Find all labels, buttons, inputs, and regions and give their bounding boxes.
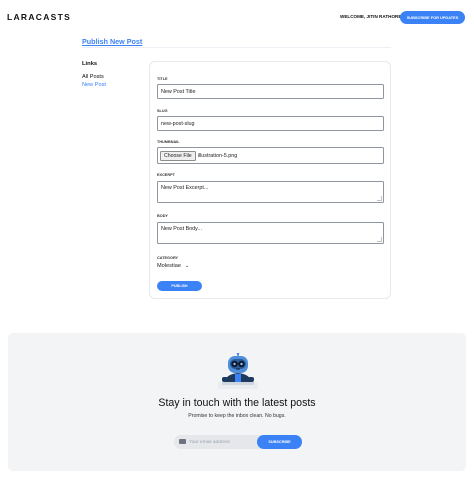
body-textarea-value: New Post Body...: [161, 226, 202, 232]
sidebar-item-new-post[interactable]: New Post: [82, 82, 106, 88]
body-textarea[interactable]: New Post Body...: [157, 222, 384, 244]
title-divider: [82, 47, 391, 48]
chevron-down-icon: ⌄: [184, 263, 190, 269]
publish-button[interactable]: PUBLISH: [157, 281, 202, 291]
slug-label: SLUG: [157, 109, 168, 113]
category-select[interactable]: Molestiae ⌄: [157, 263, 189, 269]
excerpt-textarea-value: New Post Excerpt...: [161, 185, 209, 191]
subscribe-button[interactable]: SUBSCRIBE: [257, 435, 302, 449]
sidebar-item-all-posts[interactable]: All Posts: [82, 74, 104, 80]
thumbnail-file-input[interactable]: Choose File illustration-5.png: [157, 147, 384, 164]
resize-handle-icon[interactable]: [377, 237, 382, 242]
body-label: BODY: [157, 214, 168, 218]
category-selected-value: Molestiae: [157, 263, 181, 269]
resize-handle-icon[interactable]: [377, 196, 382, 201]
email-input[interactable]: [189, 436, 255, 448]
choose-file-button[interactable]: Choose File: [160, 150, 196, 161]
laracasts-logo[interactable]: LARACASTS: [7, 12, 71, 22]
links-heading: Links: [82, 61, 98, 67]
thumbnail-filename: illustration-5.png: [197, 152, 238, 159]
category-label: CATEGORY: [157, 256, 179, 260]
mascot-illustration: [218, 353, 258, 389]
excerpt-label: EXCERPT: [157, 173, 175, 177]
newsletter-subheading: Promise to keep the inbox clean. No bugs…: [188, 413, 286, 419]
subscribe-for-updates-button[interactable]: SUBSCRIBE FOR UPDATES: [400, 11, 465, 24]
page-title: Publish New Post: [82, 37, 143, 46]
mail-icon: [179, 439, 186, 444]
title-input-value: New Post Title: [161, 88, 196, 95]
newsletter-heading: Stay in touch with the latest posts: [158, 397, 316, 409]
title-input[interactable]: New Post Title: [157, 84, 384, 99]
excerpt-textarea[interactable]: New Post Excerpt...: [157, 181, 384, 203]
welcome-text: WELCOME, JITIN RATHORE!: [340, 14, 403, 19]
slug-input[interactable]: new-post-slug: [157, 116, 384, 131]
slug-input-value: new-post-slug: [161, 120, 195, 127]
thumbnail-label: THUMBNAIL: [157, 140, 180, 144]
title-label: TITLE: [157, 77, 168, 81]
